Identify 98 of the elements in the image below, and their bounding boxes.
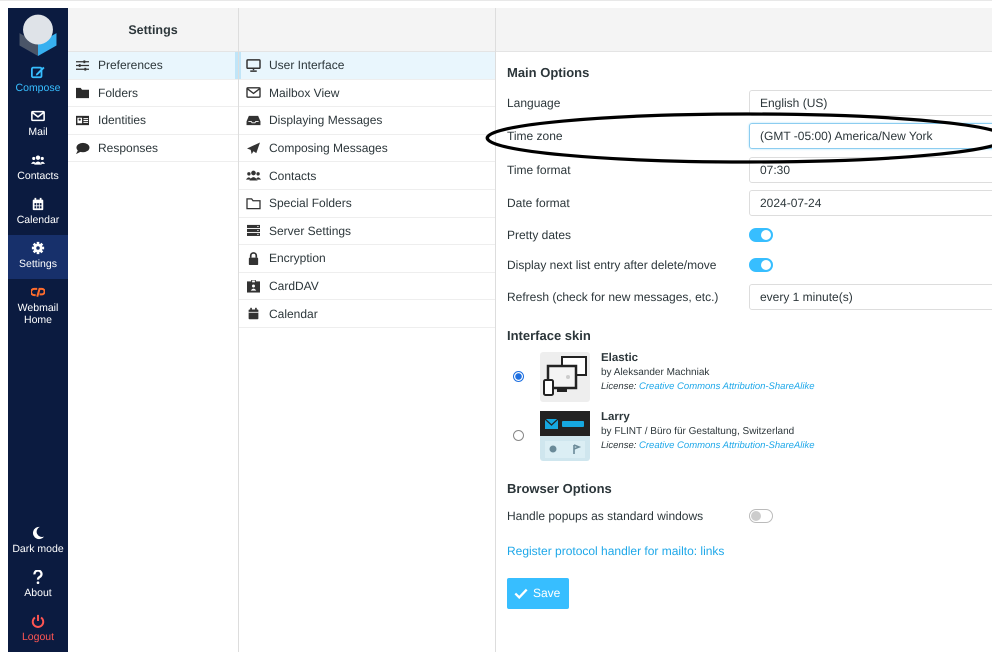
preferences-section-item[interactable]: Calendar — [239, 300, 495, 328]
section-label: Special Folders — [269, 196, 352, 210]
settings-section-item[interactable]: Folders — [68, 80, 238, 108]
section-label: User Interface — [269, 58, 344, 72]
id-badge-icon — [246, 280, 261, 293]
nav-item[interactable]: Contacts — [8, 147, 68, 191]
section-label: Preferences — [98, 58, 163, 72]
lock-icon — [246, 252, 261, 265]
settings-section-item[interactable]: Identities — [68, 107, 238, 135]
section-label: Calendar — [269, 306, 318, 321]
skin-author: by Aleksander Machniak — [601, 366, 710, 378]
skin-name: Elastic — [601, 352, 640, 364]
paper-plane-icon — [246, 142, 261, 155]
preferences-section-item[interactable]: CardDAV — [239, 272, 495, 300]
preferences-section-item[interactable]: Mailbox View — [239, 80, 495, 108]
power-icon — [31, 614, 45, 628]
envelope-icon — [31, 109, 45, 123]
toggle-switch[interactable] — [749, 258, 773, 272]
nav-label: About — [24, 587, 52, 600]
section-label: Identities — [98, 113, 146, 128]
select-field[interactable]: every 1 minute(s) — [749, 284, 992, 310]
preferences-section-item[interactable]: Special Folders — [239, 190, 495, 218]
nav-label: Dark mode — [12, 543, 64, 556]
section-label: Folders — [98, 86, 138, 100]
section-label: Displaying Messages — [269, 113, 382, 128]
preferences-section-item[interactable]: Server Settings — [239, 218, 495, 246]
radio-button[interactable] — [513, 430, 524, 441]
nav-label: Settings — [19, 258, 57, 270]
question-icon — [31, 570, 45, 584]
section-label: CardDAV — [269, 279, 319, 294]
id-card-icon — [75, 114, 90, 127]
section-heading: Main Options — [507, 65, 590, 80]
section-label: Mailbox View — [269, 86, 340, 100]
settings-icon — [31, 241, 45, 255]
select-field[interactable]: 2024-07-24 — [749, 190, 992, 216]
people-icon — [31, 153, 45, 167]
people-icon — [246, 169, 261, 182]
checkmark-icon — [514, 588, 528, 598]
folder-icon — [75, 86, 90, 100]
nav-item[interactable]: Calendar — [8, 191, 68, 235]
nav-item[interactable]: Logout — [8, 608, 68, 652]
preferences-section-item[interactable]: Encryption — [239, 245, 495, 273]
section-label: Server Settings — [269, 224, 352, 238]
preferences-section-item[interactable]: Displaying Messages — [239, 107, 495, 135]
envelope-icon — [246, 86, 261, 100]
option-label: Language — [507, 96, 562, 110]
option-label: Display next list entry after delete/move — [507, 258, 718, 272]
section-label: Responses — [98, 141, 158, 156]
monitor-icon — [246, 58, 261, 72]
option-label: Refresh (check for new messages, etc.) — [507, 290, 720, 304]
settings-section-item[interactable]: Responses — [68, 134, 238, 162]
nav-label: Calendar — [16, 214, 60, 226]
column-title: Settings — [128, 22, 178, 36]
license-label: License: — [601, 380, 636, 392]
nav-label: Webmail Home — [16, 302, 60, 326]
calendar-icon — [246, 307, 261, 320]
section-label: Contacts — [269, 168, 316, 183]
nav-label: Compose — [16, 82, 60, 94]
option-label: Date format — [507, 196, 571, 210]
option-label: Time zone — [507, 129, 564, 144]
inbox-icon — [246, 114, 261, 127]
nav-label: Mail — [28, 126, 48, 138]
nav-item[interactable]: About — [8, 564, 68, 608]
radio-button[interactable] — [513, 371, 524, 382]
sliders-icon — [75, 58, 90, 72]
calendar-icon — [31, 197, 45, 211]
nav-item[interactable]: Mail — [8, 103, 68, 147]
preferences-section-item[interactable]: User Interface — [239, 52, 495, 80]
speech-bubble-icon — [75, 142, 90, 155]
nav-label: Logout — [22, 631, 54, 644]
preferences-section-item[interactable]: Composing Messages — [239, 134, 495, 162]
folder-icon — [246, 196, 261, 210]
nav-label: Contacts — [17, 170, 59, 182]
compose-icon — [31, 65, 45, 79]
option-label: Time format — [507, 162, 572, 177]
skin-name: Larry — [601, 410, 631, 422]
select-field[interactable]: (GMT -05:00) America/New York — [749, 123, 992, 150]
skin-author: by FLINT / Büro für Gestaltung, Switzerland — [601, 426, 796, 436]
section-heading: Browser Options — [507, 480, 612, 496]
section-label: Encryption — [269, 251, 326, 266]
nav-item[interactable]: Compose — [8, 59, 68, 103]
select-field[interactable]: English (US) — [749, 90, 992, 116]
cpanel-icon — [31, 285, 45, 299]
option-label: Handle popups as standard windows — [507, 508, 704, 522]
license-label: License: — [601, 440, 636, 450]
nav-item[interactable]: Settings — [8, 235, 68, 279]
server-icon — [246, 224, 261, 238]
nav-item[interactable]: Dark mode — [8, 520, 68, 564]
select-field[interactable]: 07:30 — [749, 156, 992, 183]
section-label: Composing Messages — [269, 141, 388, 156]
option-label: Pretty dates — [507, 228, 572, 242]
moon-icon — [31, 526, 45, 540]
nav-item[interactable]: Webmail Home — [8, 279, 68, 332]
section-heading: Interface skin — [507, 328, 591, 342]
toggle-switch[interactable] — [749, 508, 773, 522]
settings-section-item[interactable]: Preferences — [68, 52, 238, 80]
toggle-switch[interactable] — [749, 228, 773, 242]
preferences-section-item[interactable]: Contacts — [239, 162, 495, 190]
